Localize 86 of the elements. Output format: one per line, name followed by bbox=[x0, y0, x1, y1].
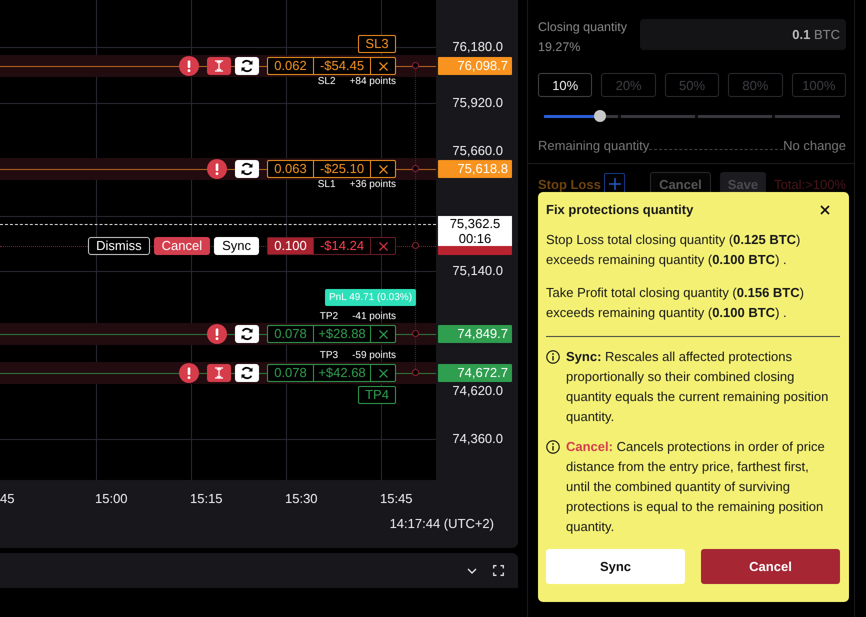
order-name: SL2 bbox=[318, 76, 336, 88]
warning-icon[interactable] bbox=[207, 159, 227, 179]
quantity-slider[interactable] bbox=[544, 109, 840, 123]
order-pnl: -$25.10 bbox=[314, 161, 371, 177]
info-text: Sync: Rescales all affected protections proportionally so their combined closing quantity equals the current remaining position quantity. bbox=[566, 348, 830, 426]
refresh-icon bbox=[240, 366, 254, 380]
sync-button[interactable]: Sync bbox=[546, 549, 685, 584]
info-text: Cancel: Cancels protections in order of price distance from the entry price, farthest first, until the combined quantity of surviving protections is equal to the remaining position quantity. bbox=[566, 438, 826, 536]
order-quantity[interactable]: 0.078 bbox=[268, 326, 314, 342]
pnl-badge: PnL 49.71 (0.03%) bbox=[325, 289, 416, 306]
close-icon bbox=[378, 368, 388, 378]
price-tick: 75,660.0 bbox=[452, 144, 503, 158]
message-text: Stop Loss total closing quantity (0.125 BTC) exceeds remaining quantity (0.100 BTC) . bbox=[546, 231, 802, 269]
current-price-tag: 75,362.5 00:16 bbox=[438, 216, 512, 246]
order-name: TP2 bbox=[320, 311, 338, 323]
price-tick: 76,180.0 bbox=[452, 40, 503, 54]
cancel-button[interactable]: Cancel bbox=[701, 549, 840, 584]
cancel-button[interactable]: Cancel bbox=[154, 237, 210, 255]
order-quantity[interactable]: 0.063 bbox=[268, 161, 314, 177]
price-tick: 75,920.0 bbox=[452, 96, 503, 110]
order-pnl: -$14.24 bbox=[314, 238, 371, 254]
sync-button[interactable] bbox=[235, 364, 259, 382]
close-icon bbox=[820, 204, 830, 214]
time-tick: 15:30 bbox=[285, 491, 318, 506]
section-title: Stop Loss bbox=[538, 176, 602, 192]
price-tag: 74,849.7 bbox=[438, 325, 512, 343]
info-icon bbox=[546, 440, 560, 454]
remaining-quantity-value: No change bbox=[783, 138, 846, 153]
close-icon bbox=[378, 164, 388, 174]
close-icon bbox=[378, 62, 388, 70]
plus-icon bbox=[608, 178, 621, 190]
order-points: -41 points bbox=[352, 311, 396, 323]
dismiss-button[interactable]: Dismiss bbox=[88, 237, 150, 255]
time-tick: 15:45 bbox=[380, 491, 413, 506]
closing-percent: 19.27% bbox=[538, 39, 582, 56]
refresh-icon bbox=[240, 59, 254, 73]
price-tag: 75,618.8 bbox=[438, 160, 512, 178]
chevron-down-icon[interactable] bbox=[467, 568, 477, 574]
time-tick: 45 bbox=[0, 491, 14, 506]
order-points: +84 points bbox=[350, 76, 396, 88]
close-button[interactable] bbox=[818, 202, 832, 216]
price-tick: 74,360.0 bbox=[452, 432, 503, 446]
message-text: Take Profit total closing quantity (0.156 BTC) exceeds remaining quantity (0.100 BTC) . bbox=[546, 284, 805, 322]
order-pnl: +$42.68 bbox=[314, 365, 371, 381]
order-name: SL1 bbox=[318, 179, 336, 191]
order-quantity[interactable]: 0.062 bbox=[268, 58, 314, 74]
sync-button[interactable] bbox=[235, 325, 259, 343]
drag-handle[interactable] bbox=[412, 242, 419, 249]
warning-icon[interactable] bbox=[207, 324, 227, 344]
popover-title: Fix protections quantity bbox=[546, 202, 694, 217]
order-points: -59 points bbox=[352, 350, 396, 362]
time-tick: 15:00 bbox=[95, 491, 128, 506]
warning-icon[interactable] bbox=[179, 56, 199, 76]
amount-field[interactable]: 0.1 BTC bbox=[640, 19, 846, 50]
refresh-icon bbox=[240, 162, 254, 176]
order-quantity[interactable]: 0.078 bbox=[268, 365, 314, 381]
time-tick: 15:15 bbox=[190, 491, 223, 506]
clock: 14:17:44 (UTC+2) bbox=[390, 516, 494, 531]
closing-quantity-label: Closing quantity bbox=[538, 19, 628, 36]
close-icon bbox=[378, 330, 388, 338]
order-tag[interactable]: TP4 bbox=[358, 386, 396, 404]
order-points: +36 points bbox=[350, 179, 396, 191]
price-tick: 75,140.0 bbox=[452, 264, 503, 278]
i-beam-icon bbox=[213, 367, 225, 379]
price-tag: 74,672.7 bbox=[438, 364, 512, 382]
i-beam-icon bbox=[213, 60, 225, 72]
order-quantity[interactable]: 0.100 bbox=[268, 238, 314, 254]
resize-button[interactable] bbox=[207, 364, 231, 382]
price-tag: 76,098.7 bbox=[438, 57, 512, 75]
price-tick: 74,620.0 bbox=[452, 384, 503, 398]
percent-button[interactable]: 10% bbox=[538, 73, 592, 97]
close-icon bbox=[378, 242, 388, 250]
sync-button[interactable] bbox=[235, 160, 259, 178]
info-icon bbox=[546, 350, 560, 364]
refresh-icon bbox=[240, 327, 254, 341]
total-warning: Total:>100% bbox=[774, 176, 846, 192]
fullscreen-icon[interactable] bbox=[493, 565, 504, 576]
sync-button[interactable] bbox=[235, 57, 259, 75]
order-pnl: -$54.45 bbox=[314, 58, 371, 74]
order-name: TP3 bbox=[320, 350, 338, 362]
resize-button[interactable] bbox=[207, 57, 231, 75]
remaining-quantity-label: Remaining quantity bbox=[538, 138, 650, 153]
warning-icon[interactable] bbox=[179, 363, 199, 383]
order-tag[interactable]: SL3 bbox=[358, 35, 396, 53]
sync-button[interactable]: Sync bbox=[214, 237, 259, 255]
order-pnl: +$28.88 bbox=[314, 326, 371, 342]
